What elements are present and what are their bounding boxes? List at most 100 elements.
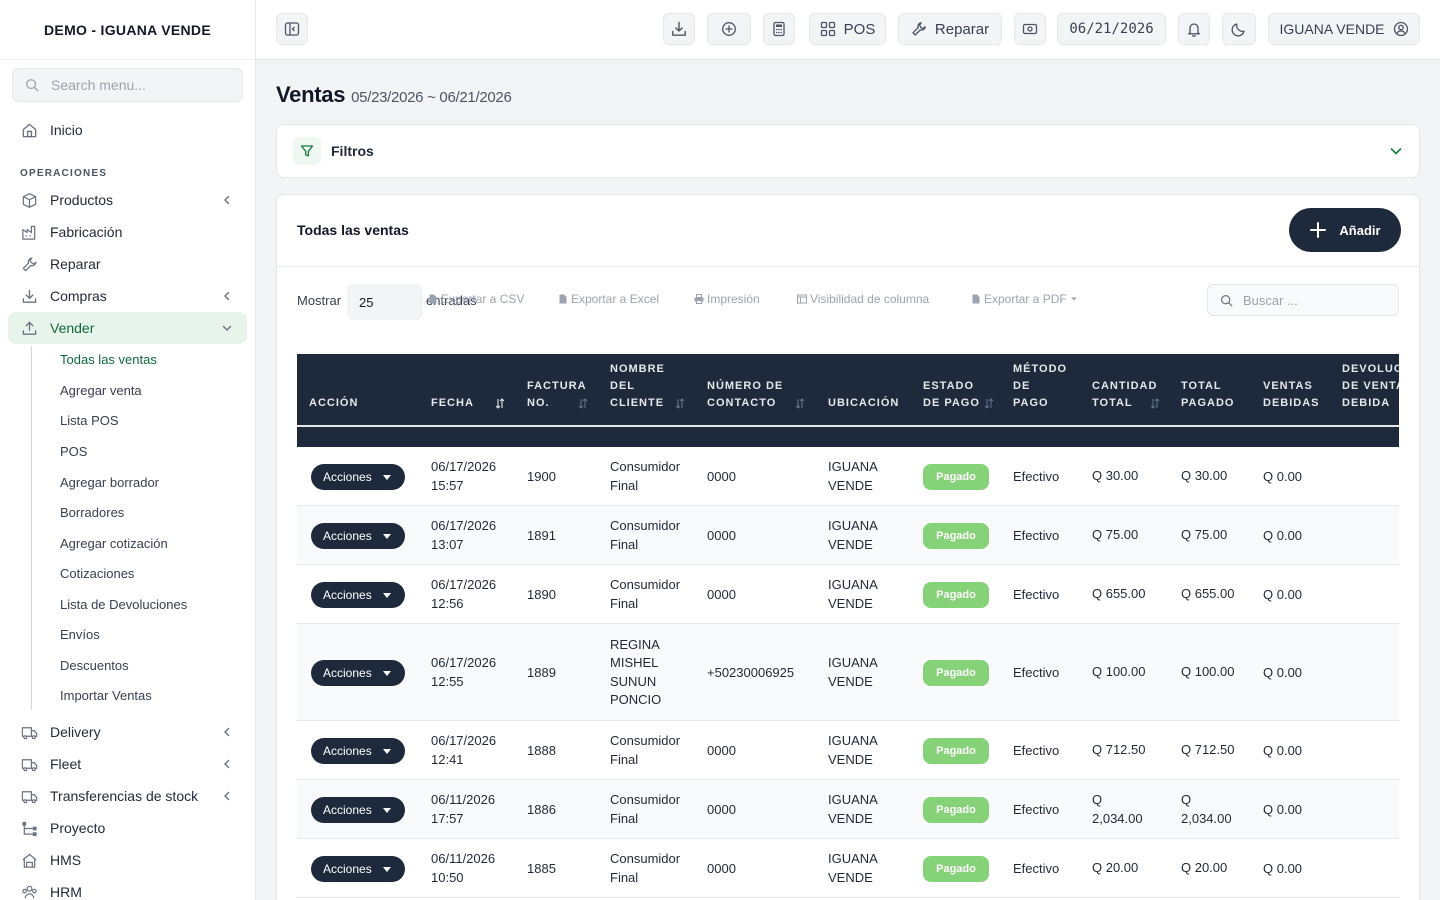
- table-row: Acciones 06/17/2026 12:56 1890 Consumidor Fin…: [297, 565, 1399, 624]
- header-pay-status[interactable]: ESTADO DE PAGO: [923, 378, 980, 412]
- cell-invoice: 1888: [527, 742, 556, 758]
- sort-icon[interactable]: [795, 398, 805, 409]
- cell-customer-line: Consumidor: [610, 459, 681, 474]
- caret-down-icon: [383, 807, 391, 813]
- cell-total-line: Q 75.00: [1092, 527, 1139, 543]
- submenu-lista-devoluciones[interactable]: Lista de Devoluciones: [60, 597, 187, 612]
- sidebar-item-productos[interactable]: Productos: [8, 184, 247, 216]
- toggle-sidebar-button[interactable]: [276, 13, 308, 45]
- submenu-agregar-venta[interactable]: Agregar venta: [60, 383, 142, 398]
- sort-icon[interactable]: [984, 398, 994, 409]
- submenu-borradores[interactable]: Borradores: [60, 505, 124, 520]
- table-search-input[interactable]: [1243, 292, 1393, 308]
- sidebar-item-fleet[interactable]: Fleet: [8, 748, 247, 780]
- submenu-agregar-borrador[interactable]: Agregar borrador: [60, 475, 159, 490]
- cell-location-line: VENDE: [828, 673, 873, 689]
- actions-button[interactable]: Acciones: [311, 581, 405, 608]
- filters-panel[interactable]: Filtros: [276, 124, 1420, 178]
- actions-button[interactable]: Acciones: [311, 463, 405, 490]
- header-customer[interactable]: NOMBRE DEL CLIENTE: [610, 361, 665, 412]
- status-badge: Pagado: [923, 855, 989, 882]
- submenu-envios[interactable]: Envíos: [60, 627, 100, 642]
- user-menu-button[interactable]: IGUANA VENDE: [1268, 13, 1420, 45]
- print-button[interactable]: Impresión: [694, 292, 760, 306]
- cell-paid: Q 20.00: [1181, 859, 1227, 878]
- sidebar-item-reparar[interactable]: Reparar: [8, 248, 247, 280]
- header-due[interactable]: VENTAS DEBIDAS: [1263, 378, 1320, 412]
- printer-icon: [694, 294, 704, 304]
- sidebar-item-hms[interactable]: HMS: [8, 844, 247, 876]
- submenu-lista-pos[interactable]: Lista POS: [60, 413, 119, 428]
- sidebar-item-proyecto[interactable]: Proyecto: [8, 812, 247, 844]
- column-visibility-button[interactable]: Visibilidad de columna: [797, 292, 929, 306]
- export-csv-button[interactable]: Exportar a CSV: [428, 292, 524, 306]
- actions-button[interactable]: Acciones: [311, 737, 405, 764]
- sort-icon[interactable]: [675, 398, 685, 409]
- header-word: CONTACTO: [707, 397, 777, 409]
- sidebar-item-delivery[interactable]: Delivery: [8, 716, 247, 748]
- table-search[interactable]: [1207, 284, 1399, 316]
- sort-icon[interactable]: [578, 398, 588, 409]
- header-return-due[interactable]: DEVOLUCIÓN DE VENTA DEBIDA: [1342, 361, 1399, 412]
- show-label: Mostrar: [297, 293, 342, 308]
- cell-customer-line: Final: [610, 751, 639, 767]
- submenu-todas-las-ventas[interactable]: Todas las ventas: [60, 352, 157, 367]
- download-button[interactable]: [663, 13, 695, 45]
- actions-button[interactable]: Acciones: [311, 659, 405, 686]
- sidebar-search-input[interactable]: [51, 77, 231, 93]
- truck-icon: [20, 755, 38, 773]
- sidebar-item-label: Compras: [50, 288, 107, 304]
- header-total[interactable]: CANTIDAD TOTAL: [1092, 378, 1157, 412]
- cell-date: 06/17/2026 13:07: [431, 517, 496, 554]
- add-sale-button[interactable]: Añadir: [1289, 208, 1401, 252]
- sidebar-item-hrm[interactable]: HRM: [8, 876, 247, 900]
- header-date[interactable]: FECHA: [431, 395, 474, 412]
- table-row: Acciones 06/17/2026 15:57 1900 Consumidor Fin…: [297, 447, 1399, 506]
- export-excel-button[interactable]: Exportar a Excel: [558, 292, 659, 306]
- export-pdf-button[interactable]: Exportar a PDF: [971, 292, 1081, 306]
- sort-icon[interactable]: [1150, 398, 1160, 409]
- money-icon: [1022, 23, 1038, 35]
- dark-mode-button[interactable]: [1222, 13, 1256, 45]
- cell-date: 06/17/2026 15:57: [431, 458, 496, 495]
- submenu-descuentos[interactable]: Descuentos: [60, 658, 129, 673]
- submenu-pos[interactable]: POS: [60, 444, 87, 459]
- notifications-button[interactable]: [1178, 13, 1210, 45]
- sidebar-item-vender[interactable]: Vender: [8, 312, 247, 344]
- actions-button[interactable]: Acciones: [311, 522, 405, 549]
- actions-button[interactable]: Acciones: [311, 855, 405, 882]
- header-pay-method[interactable]: MÉTODO DE PAGO: [1013, 361, 1067, 412]
- chevron-left-icon: [224, 195, 230, 205]
- sidebar-item-compras[interactable]: Compras: [8, 280, 247, 312]
- cell-paid-line: Q 712.50: [1181, 742, 1235, 758]
- header-action[interactable]: ACCIÓN: [309, 395, 358, 412]
- cell-contact: +50230006925: [707, 664, 795, 680]
- sort-icon[interactable]: [495, 398, 505, 409]
- date-button[interactable]: 06/21/2026: [1057, 13, 1166, 45]
- submenu-importar-ventas[interactable]: Importar Ventas: [60, 688, 152, 703]
- repair-button[interactable]: Reparar: [898, 13, 1002, 45]
- cell-due: Q 0.00: [1263, 664, 1303, 680]
- header-location[interactable]: UBICACIÓN: [828, 395, 899, 412]
- chevron-down-icon[interactable]: [1389, 144, 1403, 158]
- submenu-agregar-cotizacion[interactable]: Agregar cotización: [60, 536, 168, 551]
- actions-button[interactable]: Acciones: [311, 796, 405, 823]
- header-contact[interactable]: NÚMERO DE CONTACTO: [707, 378, 783, 412]
- add-circle-button[interactable]: [707, 13, 751, 45]
- sidebar-search[interactable]: [12, 68, 243, 102]
- sidebar-item-label: Vender: [50, 320, 95, 336]
- cell-contact: 0000: [707, 801, 736, 817]
- sidebar-item-fabricacion[interactable]: Fabricación: [8, 216, 247, 248]
- table-row: Acciones 06/17/2026 12:41 1888 Consumidor Fin…: [297, 721, 1399, 780]
- pos-button[interactable]: POS: [809, 13, 886, 45]
- submenu-cotizaciones[interactable]: Cotizaciones: [60, 566, 134, 581]
- sidebar-item-transferencias[interactable]: Transferencias de stock: [8, 780, 247, 812]
- page-size-select[interactable]: 25: [347, 284, 423, 320]
- status-badge: Pagado: [923, 796, 989, 823]
- submenu-guide-line: [31, 346, 32, 710]
- cash-register-button[interactable]: [1014, 13, 1046, 45]
- cell-method: Efectivo: [1013, 468, 1060, 484]
- calculator-button[interactable]: [763, 13, 795, 45]
- header-paid[interactable]: TOTAL PAGADO: [1181, 378, 1234, 412]
- sidebar-item-inicio[interactable]: Inicio: [8, 114, 247, 146]
